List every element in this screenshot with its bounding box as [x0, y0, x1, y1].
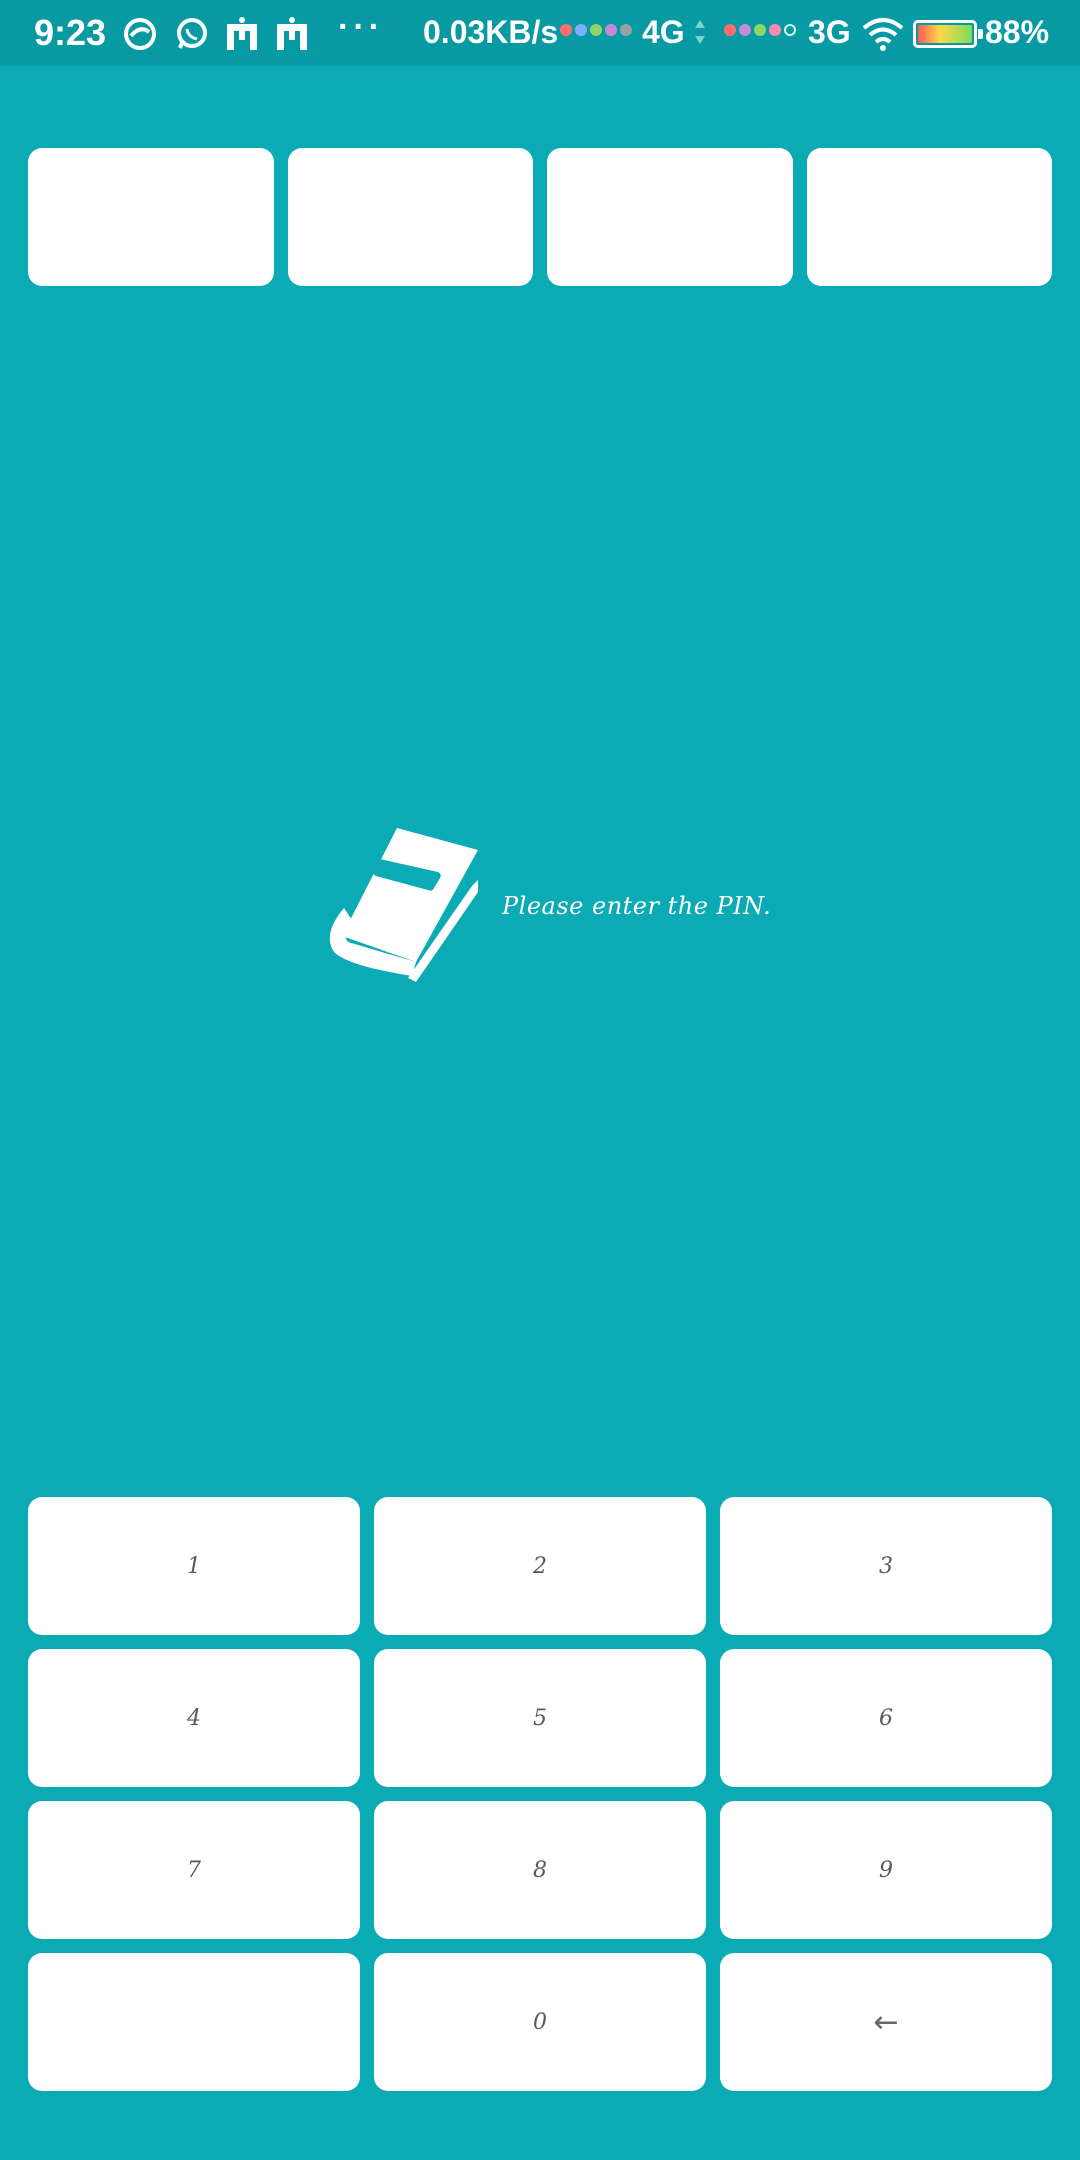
pin-slots: [28, 148, 1052, 286]
pin-slot-2: [287, 148, 533, 286]
key-3[interactable]: 3: [720, 1497, 1052, 1635]
pin-lock-screen: 9:23 ··· 0.03KB/s 4G 3G 88% Please enter…: [0, 0, 1080, 2160]
key-2[interactable]: 2: [374, 1497, 706, 1635]
pin-slot-4: [806, 148, 1052, 286]
key-6[interactable]: 6: [720, 1649, 1052, 1787]
key-8[interactable]: 8: [374, 1801, 706, 1939]
more-notifications-icon: ···: [338, 8, 384, 46]
battery-icon: [913, 20, 983, 48]
key-1[interactable]: 1: [28, 1497, 360, 1635]
pin-prompt: Please enter the PIN.: [312, 826, 771, 986]
key-blank[interactable]: [28, 1953, 360, 2091]
prompt-text: Please enter the PIN.: [502, 892, 772, 920]
network-speed: 0.03KB/s: [423, 14, 559, 50]
mi-icon: [222, 14, 262, 54]
key-0[interactable]: 0: [374, 1953, 706, 2091]
browser-icon: [120, 14, 160, 54]
key-7[interactable]: 7: [28, 1801, 360, 1939]
sim1-signal-icon: [560, 24, 632, 36]
key-9[interactable]: 9: [720, 1801, 1052, 1939]
sim1-network-type: 4G: [642, 14, 685, 50]
key-5[interactable]: 5: [374, 1649, 706, 1787]
sim2-network-type: 3G: [808, 14, 851, 50]
book-icon: [329, 828, 478, 982]
keypad: 1 2 3 4 5 6 7 8 9 0 ←: [28, 1497, 1052, 2091]
wifi-icon: [860, 14, 906, 54]
backspace-button[interactable]: ←: [720, 1953, 1052, 2091]
pin-slot-1: [28, 148, 274, 286]
data-activity-icon: [695, 20, 705, 44]
key-4[interactable]: 4: [28, 1649, 360, 1787]
status-bar: 9:23 ··· 0.03KB/s 4G 3G 88%: [0, 0, 1080, 66]
sim2-signal-icon: [724, 24, 796, 36]
battery-percent: 88%: [985, 14, 1050, 50]
status-time: 9:23: [34, 12, 107, 53]
whatsapp-icon: [172, 14, 212, 54]
mi-icon: [272, 14, 312, 54]
pin-slot-3: [547, 148, 793, 286]
